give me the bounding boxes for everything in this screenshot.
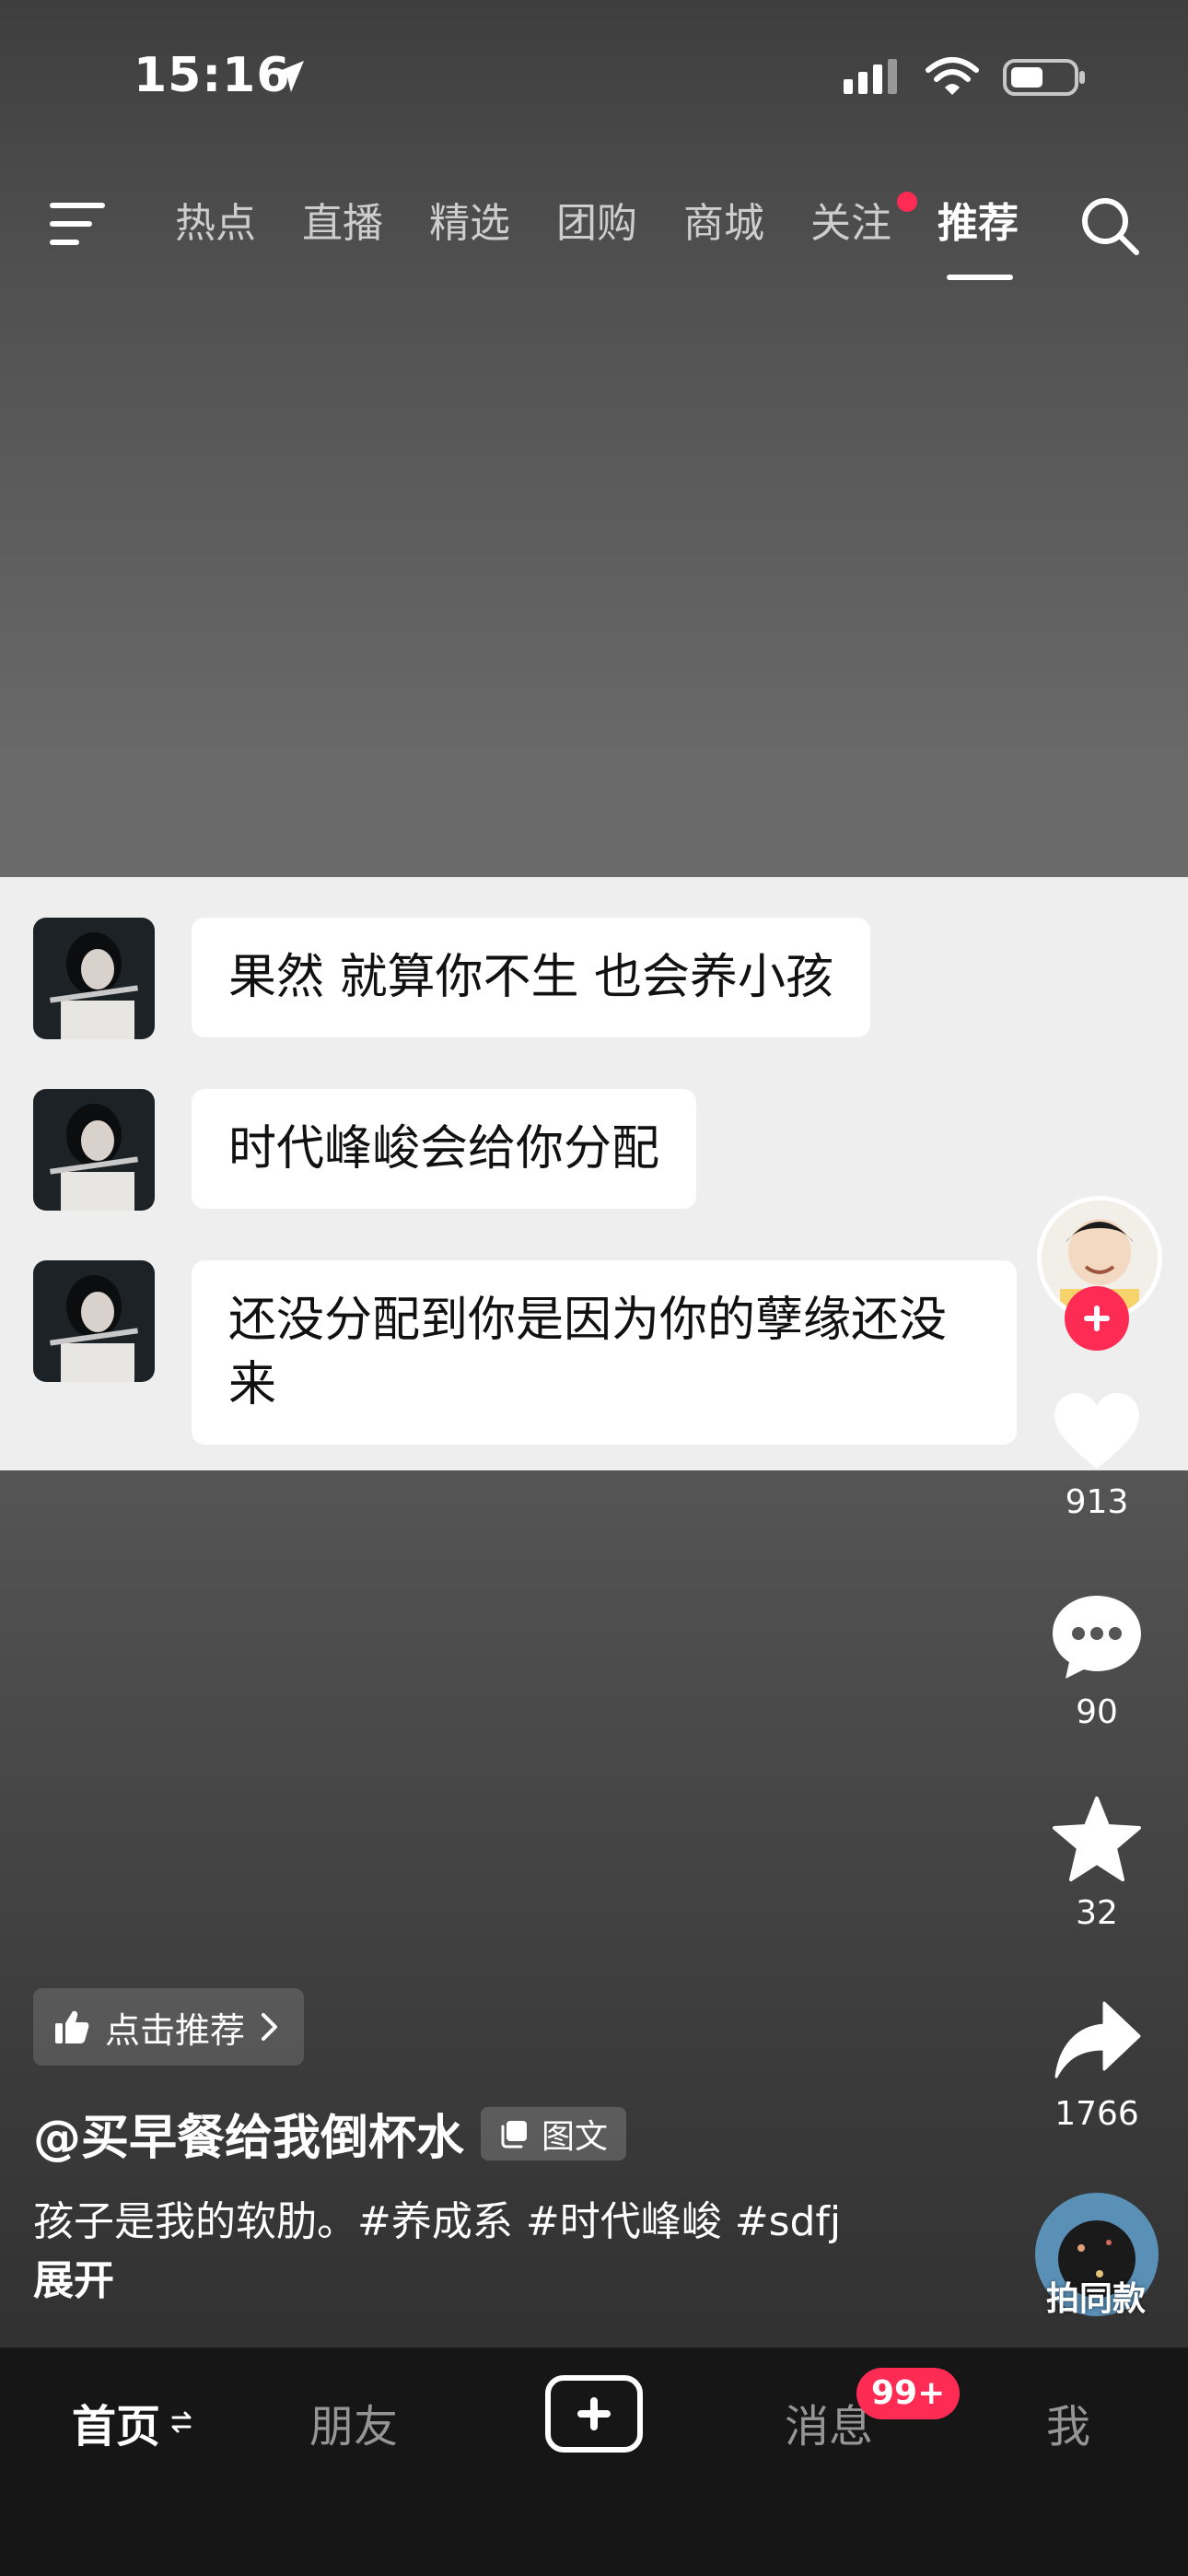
star-icon xyxy=(1053,1797,1141,1881)
comment-count: 90 xyxy=(1076,1693,1118,1731)
tab-hot[interactable]: 热点 xyxy=(175,184,302,263)
chat-bubble: 时代峰峻会给你分配 xyxy=(192,1089,697,1209)
wifi-icon xyxy=(926,57,979,95)
post-type-tag: 图文 xyxy=(481,2106,627,2160)
like-count: 913 xyxy=(1065,1483,1129,1521)
same-style-label[interactable]: 拍同款 xyxy=(1046,2272,1146,2320)
expand-link[interactable]: 展开 xyxy=(33,2252,114,2311)
follow-plus-button[interactable] xyxy=(1065,1286,1129,1351)
tab-home[interactable]: 首页 xyxy=(72,2390,193,2454)
share-count: 1766 xyxy=(1054,2095,1139,2133)
chat-message: 还没分配到你是因为你的孽缘还没来 xyxy=(33,1260,1017,1445)
chat-message: 果然 就算你不生 也会养小孩 xyxy=(33,918,871,1039)
notification-dot xyxy=(897,192,917,212)
post-type-label: 图文 xyxy=(542,2117,609,2156)
battery-icon xyxy=(1003,59,1085,96)
comment-button[interactable]: 90 xyxy=(1041,1592,1153,1731)
status-icons xyxy=(842,57,1087,98)
swap-arrows-icon xyxy=(171,2411,192,2433)
bottom-tab-bar: 首页 朋友 消息 99+ 我 xyxy=(0,2348,1188,2576)
create-post-button[interactable] xyxy=(545,2375,643,2453)
chat-avatar xyxy=(33,1260,155,1382)
comment-icon xyxy=(1053,1596,1141,1679)
chat-avatar xyxy=(33,918,155,1039)
share-arrow-icon xyxy=(1054,2001,1141,2078)
top-nav-tabs: 热点 直播 精选 团购 商城 关注 推荐 xyxy=(175,184,1065,280)
like-button[interactable]: 913 xyxy=(1041,1389,1153,1521)
cellular-signal-icon xyxy=(844,59,897,94)
chevron-right-icon xyxy=(262,2013,278,2041)
plus-icon xyxy=(577,2397,611,2430)
tab-me[interactable]: 我 xyxy=(1046,2390,1090,2454)
active-tab-underline xyxy=(947,275,1013,280)
share-button[interactable]: 1766 xyxy=(1041,1999,1153,2133)
location-arrow-icon xyxy=(273,61,304,92)
tab-live[interactable]: 直播 xyxy=(302,184,429,263)
tab-group-buy[interactable]: 团购 xyxy=(556,184,683,263)
author-name[interactable]: @买早餐给我倒杯水 xyxy=(33,2099,464,2168)
favorite-button[interactable]: 32 xyxy=(1041,1795,1153,1932)
tab-mall[interactable]: 商城 xyxy=(683,184,810,263)
tab-following[interactable]: 关注 xyxy=(810,184,938,263)
post-caption: 孩子是我的软肋。#养成系 #时代峰峻 #sdfj xyxy=(33,2198,842,2245)
status-time: 15:16 xyxy=(134,48,291,103)
video-feed-screen: 15:16 热点 直播 精选 团购 商城 关注 推荐 果然 就算你不生 也会养小… xyxy=(0,0,1188,2576)
thumbs-up-icon xyxy=(55,2010,89,2043)
heart-icon xyxy=(1054,1393,1139,1469)
chat-screenshot-image[interactable]: 果然 就算你不生 也会养小孩 时代峰峻会给你分配 还没分配到你是因为你的孽缘还没… xyxy=(0,877,1188,1470)
author-row: @买早餐给我倒杯水 图文 xyxy=(33,2099,627,2168)
chat-avatar xyxy=(33,1089,155,1211)
tab-featured[interactable]: 精选 xyxy=(429,184,556,263)
plus-icon xyxy=(1084,1306,1110,1331)
messages-badge: 99+ xyxy=(856,2368,961,2419)
menu-icon[interactable] xyxy=(48,201,107,247)
chat-message: 时代峰峻会给你分配 xyxy=(33,1089,697,1211)
tab-recommend[interactable]: 推荐 xyxy=(938,184,1065,280)
recommend-chip[interactable]: 点击推荐 xyxy=(33,1988,305,2066)
search-icon[interactable] xyxy=(1079,195,1142,258)
tab-home-label: 首页 xyxy=(72,2401,161,2453)
tab-friends[interactable]: 朋友 xyxy=(309,2390,398,2454)
chat-bubble: 还没分配到你是因为你的孽缘还没来 xyxy=(192,1260,1017,1445)
recommend-chip-label: 点击推荐 xyxy=(105,2009,246,2051)
chat-bubble: 果然 就算你不生 也会养小孩 xyxy=(192,918,871,1037)
image-stack-icon xyxy=(501,2120,528,2148)
favorite-count: 32 xyxy=(1076,1894,1118,1932)
